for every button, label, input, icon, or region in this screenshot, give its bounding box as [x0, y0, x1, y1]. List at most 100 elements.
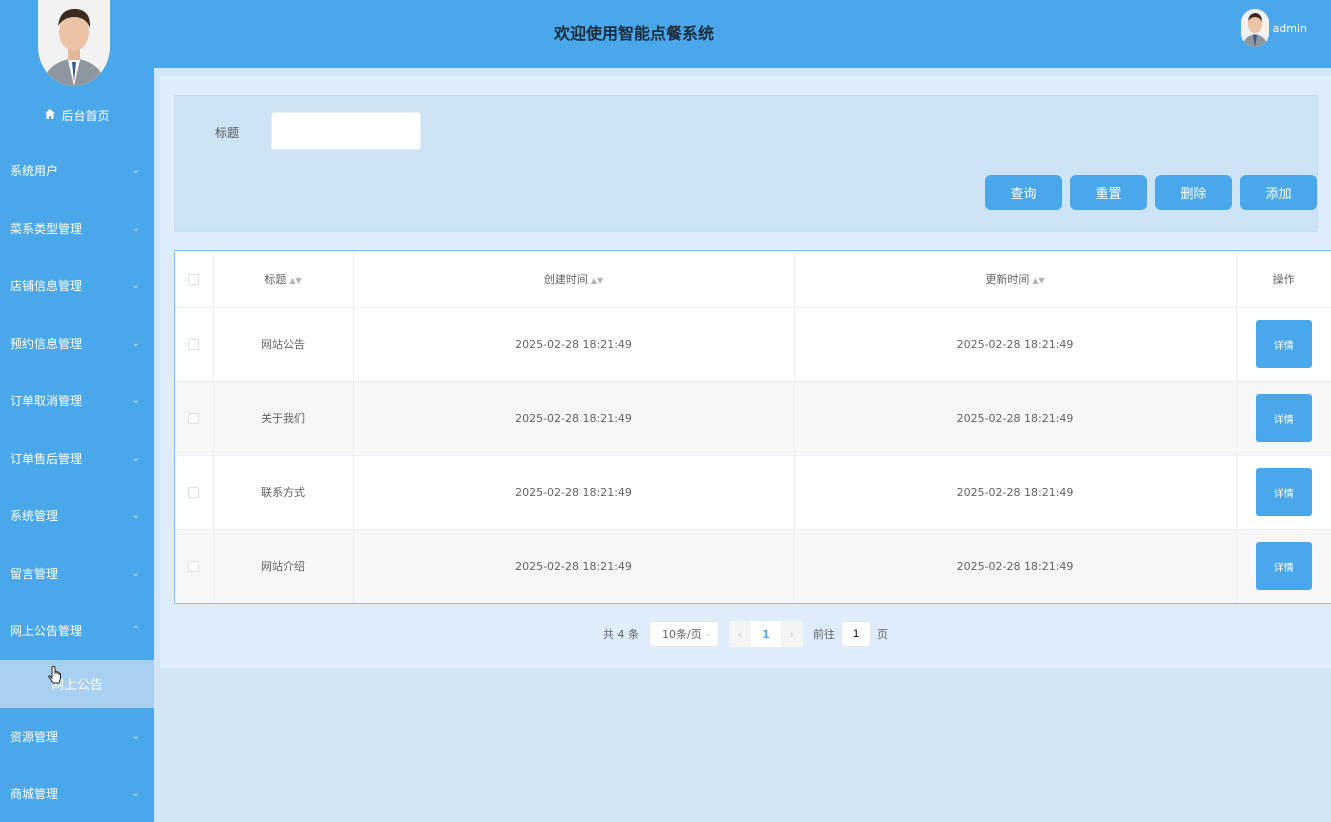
- chevron-down-icon: ⌄: [131, 567, 140, 579]
- row-select-cell: [175, 381, 214, 455]
- title-search-input[interactable]: [271, 112, 421, 150]
- updated-cell: 2025-02-28 18:21:49: [794, 307, 1237, 381]
- updated-cell: 2025-02-28 18:21:49: [794, 381, 1237, 455]
- chevron-down-icon: ⌄: [131, 788, 140, 800]
- sidebar-item-mall[interactable]: 商城管理 ⌄: [0, 765, 154, 822]
- goto-page: 前往 页: [813, 621, 888, 647]
- updated-cell: 2025-02-28 18:21:49: [794, 455, 1237, 529]
- sidebar-item-label: 资源管理: [10, 729, 59, 744]
- chevron-down-icon: ⌄: [131, 165, 140, 177]
- goto-suffix: 页: [877, 628, 888, 641]
- row-checkbox[interactable]: [188, 339, 200, 350]
- pointer-cursor-icon: [48, 665, 62, 690]
- table-row: 联系方式 2025-02-28 18:21:49 2025-02-28 18:2…: [175, 455, 1331, 529]
- page-size-value: 10条/页: [662, 628, 702, 641]
- reset-button[interactable]: 重置: [1070, 175, 1147, 210]
- sidebar-item-resources[interactable]: 资源管理 ⌄: [0, 708, 154, 766]
- sidebar-item-reservations[interactable]: 预约信息管理 ⌄: [0, 315, 154, 373]
- sidebar-item-home[interactable]: 后台首页: [0, 100, 154, 130]
- column-header-title[interactable]: 标题 ▲▼: [213, 251, 354, 307]
- chevron-down-icon: ⌄: [131, 730, 140, 742]
- detail-button[interactable]: 详情: [1255, 468, 1312, 516]
- sidebar-item-label: 商城管理: [10, 787, 59, 802]
- sidebar-item-order-cancel[interactable]: 订单取消管理 ⌄: [0, 372, 154, 430]
- pagination: 共 4 条 10条/页 ⌄ ‹ 1 › 前往 页: [160, 621, 1331, 647]
- goto-page-input[interactable]: [841, 621, 871, 647]
- detail-button[interactable]: 详情: [1255, 320, 1312, 368]
- chevron-down-icon: ⌄: [131, 395, 140, 407]
- row-select-cell: [175, 307, 214, 381]
- sidebar-item-label: 系统用户: [10, 164, 59, 179]
- sidebar-item-label: 菜系类型管理: [10, 221, 83, 236]
- sidebar-item-label: 网上公告管理: [10, 624, 83, 639]
- created-cell: 2025-02-28 18:21:49: [353, 307, 795, 381]
- actions-cell: 详情: [1236, 307, 1331, 381]
- row-checkbox[interactable]: [188, 487, 200, 498]
- detail-button[interactable]: 详情: [1255, 542, 1312, 591]
- user-avatar: [1240, 9, 1269, 47]
- column-header-updated[interactable]: 更新时间 ▲▼: [794, 251, 1237, 307]
- sort-icon[interactable]: ▲▼: [289, 276, 301, 285]
- actions-cell: 详情: [1236, 529, 1331, 603]
- actions-cell: 详情: [1236, 381, 1331, 455]
- created-cell: 2025-02-28 18:21:49: [353, 455, 795, 529]
- sidebar-item-cuisine-types[interactable]: 菜系类型管理 ⌄: [0, 200, 154, 258]
- column-header-label: 标题: [264, 272, 287, 286]
- announcement-table: 标题 ▲▼ 创建时间 ▲▼ 更新时间 ▲▼ 操作 网站公告 2025-02-28 18…: [174, 250, 1331, 604]
- sidebar-item-label: 订单售后管理: [10, 451, 83, 466]
- sidebar-menu: 系统用户 ⌄ 菜系类型管理 ⌄ 店铺信息管理 ⌄ 预约信息管理 ⌄ 订单取消管理…: [0, 142, 154, 822]
- sidebar: 后台首页 系统用户 ⌄ 菜系类型管理 ⌄ 店铺信息管理 ⌄ 预约信息管理 ⌄ 订…: [0, 0, 154, 822]
- page-list: ‹ 1 ›: [729, 621, 803, 647]
- chevron-down-icon: ⌄: [704, 629, 712, 639]
- title-cell: 联系方式: [213, 455, 354, 529]
- sidebar-item-label: 系统管理: [10, 509, 59, 524]
- next-page-icon[interactable]: ›: [781, 621, 803, 647]
- chevron-down-icon: ⌄: [131, 280, 140, 292]
- action-buttons: 查询 重置 删除 添加: [985, 175, 1317, 210]
- delete-button[interactable]: 删除: [1155, 175, 1232, 210]
- sort-icon[interactable]: ▲▼: [591, 276, 603, 285]
- sidebar-item-messages[interactable]: 留言管理 ⌄: [0, 545, 154, 603]
- detail-button[interactable]: 详情: [1255, 394, 1312, 442]
- top-header: 欢迎使用智能点餐系统 admin: [154, 0, 1331, 68]
- sidebar-item-label: 预约信息管理: [10, 336, 83, 351]
- avatar: [38, 0, 110, 86]
- total-count: 共 4 条: [603, 628, 639, 641]
- search-panel: 标题 查询 重置 删除 添加: [174, 95, 1318, 232]
- title-cell: 关于我们: [213, 381, 354, 455]
- sidebar-item-label: 店铺信息管理: [10, 279, 83, 294]
- actions-cell: 详情: [1236, 455, 1331, 529]
- chevron-down-icon: ⌄: [131, 222, 140, 234]
- sidebar-item-system-users[interactable]: 系统用户 ⌄: [0, 142, 154, 200]
- title-filter-label: 标题: [215, 126, 240, 140]
- title-cell: 网站介绍: [213, 529, 354, 603]
- table-row: 网站公告 2025-02-28 18:21:49 2025-02-28 18:2…: [175, 307, 1331, 381]
- sort-icon[interactable]: ▲▼: [1032, 276, 1044, 285]
- sidebar-item-system[interactable]: 系统管理 ⌄: [0, 487, 154, 545]
- column-header-actions: 操作: [1272, 272, 1295, 286]
- sidebar-item-announcements[interactable]: 网上公告管理 ⌃: [0, 602, 154, 660]
- table-header-row: 标题 ▲▼ 创建时间 ▲▼ 更新时间 ▲▼ 操作: [175, 251, 1331, 307]
- query-button[interactable]: 查询: [985, 175, 1062, 210]
- chevron-up-icon: ⌃: [131, 625, 140, 637]
- user-menu[interactable]: admin: [1240, 9, 1307, 47]
- updated-cell: 2025-02-28 18:21:49: [794, 529, 1237, 603]
- sidebar-item-after-sales[interactable]: 订单售后管理 ⌄: [0, 430, 154, 488]
- row-select-cell: [175, 529, 214, 603]
- prev-page-icon[interactable]: ‹: [729, 621, 751, 647]
- submenu-item-announcements[interactable]: 网上公告: [0, 659, 154, 708]
- chevron-down-icon: ⌄: [131, 452, 140, 464]
- row-checkbox[interactable]: [188, 413, 200, 424]
- column-header-created[interactable]: 创建时间 ▲▼: [353, 251, 795, 307]
- sidebar-item-store-info[interactable]: 店铺信息管理 ⌄: [0, 257, 154, 315]
- page-size-select[interactable]: 10条/页 ⌄: [649, 621, 719, 647]
- chevron-down-icon: ⌄: [131, 337, 140, 349]
- row-checkbox[interactable]: [188, 561, 200, 573]
- select-all-checkbox[interactable]: [188, 273, 200, 285]
- sidebar-item-label: 留言管理: [10, 566, 59, 581]
- page-number-current[interactable]: 1: [751, 621, 781, 647]
- column-header-label: 更新时间: [985, 272, 1030, 286]
- created-cell: 2025-02-28 18:21:49: [353, 381, 795, 455]
- main-content: 标题 查询 重置 删除 添加 标题▲▼ 创建时间▲▼ 更新时间▲▼ 操作: [160, 76, 1331, 668]
- add-button[interactable]: 添加: [1240, 175, 1317, 210]
